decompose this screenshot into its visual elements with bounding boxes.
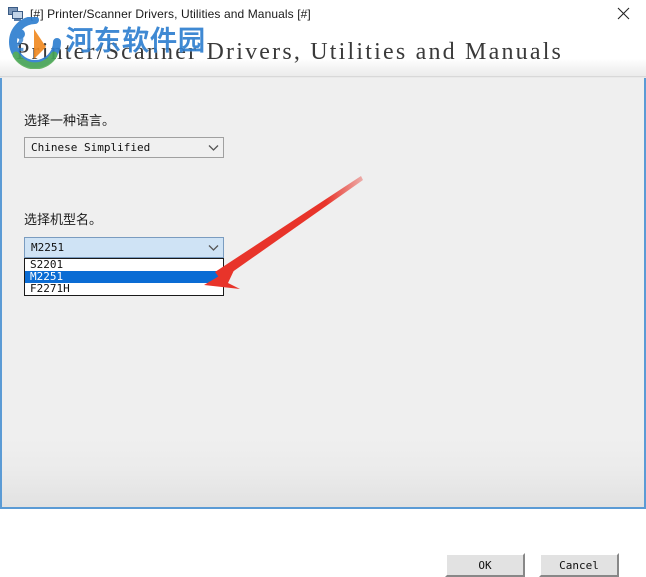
model-combobox[interactable]: M2251	[24, 237, 224, 258]
list-item-label: F2271H	[30, 282, 70, 295]
model-dropdown-list[interactable]: S2201 M2251 F2271H	[24, 258, 224, 296]
close-icon	[617, 7, 630, 20]
model-label: 选择机型名。	[24, 213, 103, 228]
language-combobox[interactable]: Chinese Simplified	[24, 137, 224, 158]
header-banner: Printer/Scanner Drivers, Utilities and M…	[0, 27, 646, 78]
cancel-button[interactable]: Cancel	[539, 553, 619, 577]
title-bar: [#] Printer/Scanner Drivers, Utilities a…	[0, 0, 646, 27]
language-label: 选择一种语言。	[24, 114, 116, 129]
window-title: [#] Printer/Scanner Drivers, Utilities a…	[30, 6, 311, 21]
printer-scanner-icon	[8, 6, 24, 22]
ok-button-label: OK	[478, 558, 492, 572]
header-divider	[0, 76, 646, 77]
cancel-button-label: Cancel	[559, 558, 599, 572]
application-window: [#] Printer/Scanner Drivers, Utilities a…	[0, 0, 646, 577]
dialog-content-panel: 选择一种语言。 Chinese Simplified 选择机型名。 M2251	[0, 78, 646, 577]
list-item[interactable]: F2271H	[25, 283, 223, 295]
close-button[interactable]	[600, 0, 646, 27]
language-selected-value: Chinese Simplified	[31, 141, 151, 154]
content-inner: 选择一种语言。 Chinese Simplified 选择机型名。 M2251	[2, 78, 644, 577]
bottom-gradient-strip	[2, 439, 644, 507]
chevron-down-icon[interactable]	[204, 238, 223, 257]
chevron-down-icon[interactable]	[204, 138, 223, 157]
model-selected-value: M2251	[31, 241, 65, 254]
ok-button[interactable]: OK	[445, 553, 525, 577]
page-title: Printer/Scanner Drivers, Utilities and M…	[16, 39, 564, 65]
